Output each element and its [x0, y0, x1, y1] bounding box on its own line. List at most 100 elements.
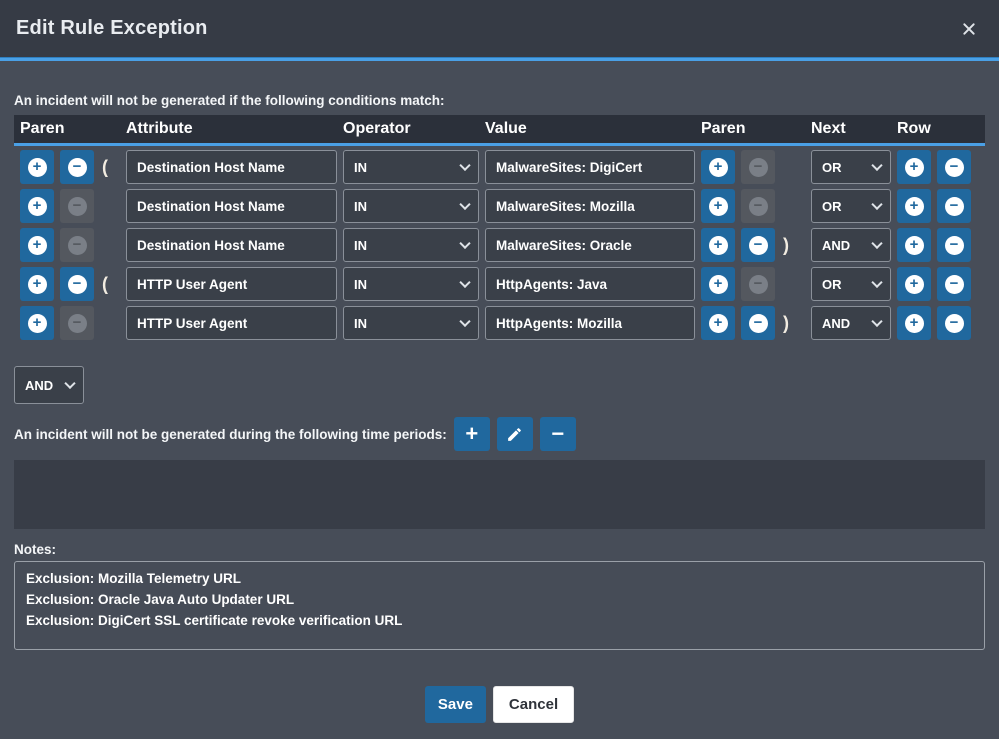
plus-circle-icon: +	[709, 314, 728, 333]
group-operator: AND	[14, 366, 84, 404]
notes-label: Notes:	[14, 542, 985, 557]
minus-circle-icon: −	[945, 197, 964, 216]
value-input[interactable]	[485, 267, 695, 301]
value-input[interactable]	[485, 189, 695, 223]
paren-close-remove-button[interactable]: −	[741, 306, 775, 340]
operator-select[interactable]: IN	[343, 306, 479, 340]
condition-row: + − IN + − OR + −	[14, 189, 985, 223]
paren-close-remove-button[interactable]: −	[741, 228, 775, 262]
row-add-button[interactable]: +	[897, 189, 931, 223]
edit-rule-exception-dialog: Edit Rule Exception An incident will not…	[0, 0, 999, 739]
value-input[interactable]	[485, 306, 695, 340]
next-operator-select[interactable]: OR	[811, 189, 891, 223]
notes-textarea[interactable]: Exclusion: Mozilla Telemetry URL Exclusi…	[14, 561, 985, 650]
time-period-add-button[interactable]: +	[454, 417, 490, 451]
time-period-edit-button[interactable]	[497, 417, 533, 451]
attribute-input[interactable]	[126, 189, 337, 223]
plus-circle-icon: +	[28, 275, 47, 294]
paren-close-remove-button: −	[741, 150, 775, 184]
minus-icon: −	[551, 423, 564, 445]
condition-row: + − ( IN + − OR + −	[14, 267, 985, 301]
row-remove-button[interactable]: −	[937, 150, 971, 184]
operator-select[interactable]: IN	[343, 189, 479, 223]
row-remove-button[interactable]: −	[937, 306, 971, 340]
column-header-attribute: Attribute	[126, 120, 337, 138]
column-header-value: Value	[485, 120, 695, 138]
paren-open-remove-button[interactable]: −	[60, 150, 94, 184]
value-input[interactable]	[485, 150, 695, 184]
paren-open-add-button[interactable]: +	[20, 150, 54, 184]
next-operator-select[interactable]: AND	[811, 306, 891, 340]
row-remove-button[interactable]: −	[937, 189, 971, 223]
paren-open-add-button[interactable]: +	[20, 228, 54, 262]
operator-select[interactable]: IN	[343, 150, 479, 184]
minus-circle-icon: −	[945, 158, 964, 177]
dialog-footer: Save Cancel	[14, 686, 985, 723]
plus-circle-icon: +	[905, 275, 924, 294]
minus-circle-icon: −	[68, 314, 87, 333]
paren-close-add-button[interactable]: +	[701, 189, 735, 223]
plus-circle-icon: +	[905, 236, 924, 255]
paren-open-remove-button: −	[60, 228, 94, 262]
next-operator-select[interactable]: OR	[811, 267, 891, 301]
group-operator-select[interactable]: AND	[14, 366, 84, 404]
row-add-button[interactable]: +	[897, 306, 931, 340]
plus-circle-icon: +	[905, 197, 924, 216]
dialog-title: Edit Rule Exception	[16, 17, 208, 40]
time-periods-list[interactable]	[14, 460, 985, 529]
close-button[interactable]	[961, 21, 977, 37]
plus-circle-icon: +	[905, 158, 924, 177]
plus-circle-icon: +	[709, 197, 728, 216]
paren-open-remove-button: −	[60, 189, 94, 223]
attribute-input[interactable]	[126, 267, 337, 301]
column-header-paren-right: Paren	[701, 120, 805, 138]
paren-close-add-button[interactable]: +	[701, 228, 735, 262]
paren-close-add-button[interactable]: +	[701, 267, 735, 301]
save-button[interactable]: Save	[425, 686, 486, 723]
close-paren-char: )	[781, 235, 805, 256]
attribute-input[interactable]	[126, 306, 337, 340]
plus-circle-icon: +	[28, 236, 47, 255]
paren-open-remove-button: −	[60, 306, 94, 340]
condition-row: + − IN + − ) AND + −	[14, 228, 985, 262]
paren-open-add-button[interactable]: +	[20, 267, 54, 301]
time-period-remove-button[interactable]: −	[540, 417, 576, 451]
pencil-icon	[506, 426, 523, 443]
column-header-row: Row	[897, 120, 971, 138]
minus-circle-icon: −	[945, 275, 964, 294]
row-add-button[interactable]: +	[897, 267, 931, 301]
row-remove-button[interactable]: −	[937, 228, 971, 262]
paren-close-add-button[interactable]: +	[701, 150, 735, 184]
minus-circle-icon: −	[945, 236, 964, 255]
paren-open-remove-button[interactable]: −	[60, 267, 94, 301]
conditions-intro-text: An incident will not be generated if the…	[14, 93, 985, 108]
paren-close-remove-button: −	[741, 267, 775, 301]
row-remove-button[interactable]: −	[937, 267, 971, 301]
minus-circle-icon: −	[749, 197, 768, 216]
operator-select[interactable]: IN	[343, 228, 479, 262]
next-operator-select[interactable]: AND	[811, 228, 891, 262]
paren-close-add-button[interactable]: +	[701, 306, 735, 340]
close-icon	[961, 21, 977, 37]
paren-open-add-button[interactable]: +	[20, 189, 54, 223]
conditions-table-header: Paren Attribute Operator Value Paren Nex…	[14, 115, 985, 146]
plus-circle-icon: +	[28, 158, 47, 177]
value-input[interactable]	[485, 228, 695, 262]
row-add-button[interactable]: +	[897, 150, 931, 184]
minus-circle-icon: −	[68, 197, 87, 216]
paren-open-add-button[interactable]: +	[20, 306, 54, 340]
plus-icon: +	[465, 423, 478, 445]
dialog-header: Edit Rule Exception	[0, 0, 999, 57]
condition-row: + − IN + − ) AND + −	[14, 306, 985, 340]
attribute-input[interactable]	[126, 228, 337, 262]
operator-select[interactable]: IN	[343, 267, 479, 301]
next-operator-select[interactable]: OR	[811, 150, 891, 184]
attribute-input[interactable]	[126, 150, 337, 184]
plus-circle-icon: +	[709, 158, 728, 177]
row-add-button[interactable]: +	[897, 228, 931, 262]
column-header-operator: Operator	[343, 120, 479, 138]
cancel-button[interactable]: Cancel	[493, 686, 574, 723]
plus-circle-icon: +	[28, 314, 47, 333]
paren-close-remove-button: −	[741, 189, 775, 223]
column-header-paren-left: Paren	[20, 120, 120, 138]
